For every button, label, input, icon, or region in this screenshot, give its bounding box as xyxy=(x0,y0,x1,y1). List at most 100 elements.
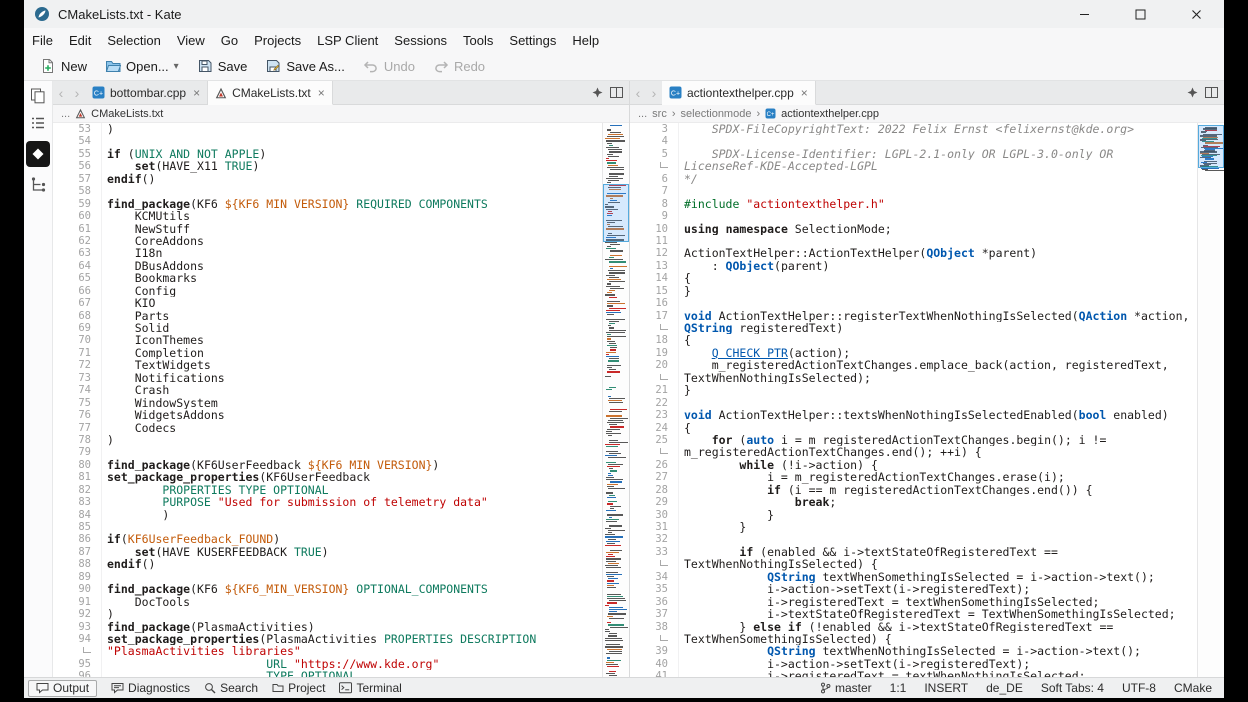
code-text[interactable]: NewStuff xyxy=(102,223,602,235)
code-line[interactable]: 26 while (!i->action) { xyxy=(630,459,1197,471)
line-number[interactable]: 80 xyxy=(53,459,102,471)
menu-item-help[interactable]: Help xyxy=(564,30,607,51)
menu-item-edit[interactable]: Edit xyxy=(61,30,99,51)
code-line[interactable]: 34 QString textWhenSomethingIsSelected =… xyxy=(630,571,1197,583)
code-text[interactable] xyxy=(102,571,602,583)
line-number[interactable]: 20 xyxy=(630,359,679,371)
code-line[interactable]: 72 TextWidgets xyxy=(53,359,602,371)
line-number[interactable]: 41 xyxy=(630,670,679,677)
line-number[interactable]: 9 xyxy=(630,210,679,222)
breadcrumb-file[interactable]: CMakeLists.txt xyxy=(91,108,163,120)
code-text[interactable] xyxy=(679,397,1197,409)
line-number[interactable]: 57 xyxy=(53,173,102,185)
code-line[interactable]: 70 IconThemes xyxy=(53,334,602,346)
code-line[interactable]: 41 i->registeredText = textWhenNothingIs… xyxy=(630,670,1197,677)
code-text[interactable]: TextWhenNothingIsSelected); xyxy=(679,372,1197,384)
line-number[interactable]: 67 xyxy=(53,297,102,309)
line-number[interactable]: 32 xyxy=(630,533,679,545)
cursor-position-status[interactable]: 1:1 xyxy=(890,681,907,695)
code-text[interactable]: m_registeredActionTextChanges.end(); ++i… xyxy=(679,446,1197,458)
code-line[interactable]: 29 break; xyxy=(630,496,1197,508)
line-number[interactable]: 29 xyxy=(630,496,679,508)
code-text[interactable] xyxy=(679,210,1197,222)
code-line[interactable]: 36 i->registeredText = textWhenSomething… xyxy=(630,596,1197,608)
line-number[interactable]: 19 xyxy=(630,347,679,359)
tab-back-icon[interactable]: ‹ xyxy=(53,81,69,104)
code-line[interactable]: 40 i->action->setText(i->registeredText)… xyxy=(630,658,1197,670)
line-number[interactable]: 58 xyxy=(53,185,102,197)
tab-back-icon[interactable]: ‹ xyxy=(630,81,646,104)
code-text[interactable]: IconThemes xyxy=(102,334,602,346)
line-number[interactable]: 34 xyxy=(630,571,679,583)
code-text[interactable]: TYPE OPTIONAL xyxy=(102,670,602,677)
code-text[interactable]: void ActionTextHelper::textsWhenNothingI… xyxy=(679,409,1197,421)
breadcrumb-more[interactable]: ... xyxy=(638,108,647,120)
breadcrumb-more[interactable]: ... xyxy=(61,108,70,120)
code-line[interactable]: LicenseRef-KDE-Accepted-LGPL xyxy=(630,160,1197,172)
line-number[interactable]: 78 xyxy=(53,434,102,446)
code-text[interactable]: i->registeredText = textWhenSomethingIsS… xyxy=(679,596,1197,608)
line-number[interactable]: 70 xyxy=(53,334,102,346)
code-text[interactable]: Completion xyxy=(102,347,602,359)
code-text[interactable]: #include "actiontexthelper.h" xyxy=(679,198,1197,210)
line-number[interactable]: 93 xyxy=(53,621,102,633)
code-line[interactable]: 80find_package(KF6UserFeedback ${KF6_MIN… xyxy=(53,459,602,471)
code-line[interactable]: 84 ) xyxy=(53,509,602,521)
line-number[interactable]: 39 xyxy=(630,645,679,657)
quick-actions-icon[interactable] xyxy=(1187,87,1198,98)
line-number[interactable]: 84 xyxy=(53,509,102,521)
code-text[interactable]: find_package(PlasmaActivities) xyxy=(102,621,602,633)
menu-item-view[interactable]: View xyxy=(169,30,213,51)
code-text[interactable] xyxy=(679,235,1197,247)
line-number[interactable]: 23 xyxy=(630,409,679,421)
code-text[interactable]: } xyxy=(679,509,1197,521)
code-line[interactable]: 83 PURPOSE "Used for submission of telem… xyxy=(53,496,602,508)
code-line[interactable]: 53) xyxy=(53,123,602,135)
code-text[interactable] xyxy=(679,185,1197,197)
line-number[interactable]: 21 xyxy=(630,384,679,396)
new-button[interactable]: New xyxy=(32,55,95,77)
code-text[interactable]: find_package(KF6UserFeedback ${KF6_MIN_V… xyxy=(102,459,602,471)
line-number[interactable]: 24 xyxy=(630,422,679,434)
code-text[interactable]: } xyxy=(679,521,1197,533)
line-number[interactable]: 5 xyxy=(630,148,679,160)
line-number[interactable]: 69 xyxy=(53,322,102,334)
code-line[interactable]: 67 KIO xyxy=(53,297,602,309)
code-text[interactable]: TextWidgets xyxy=(102,359,602,371)
encoding-status[interactable]: UTF-8 xyxy=(1122,681,1156,695)
code-text[interactable]: DocTools xyxy=(102,596,602,608)
code-text[interactable]: DBusAddons xyxy=(102,260,602,272)
code-text[interactable]: m_registeredActionTextChanges.emplace_ba… xyxy=(679,359,1197,371)
code-line[interactable]: 88endif() xyxy=(53,558,602,570)
menu-item-sessions[interactable]: Sessions xyxy=(386,30,455,51)
code-text[interactable]: { xyxy=(679,422,1197,434)
code-text[interactable]: if(KF6UserFeedback_FOUND) xyxy=(102,533,602,545)
code-line[interactable]: TextWhenNothingIsSelected); xyxy=(630,372,1197,384)
line-number[interactable]: 76 xyxy=(53,409,102,421)
insert-mode-status[interactable]: INSERT xyxy=(924,681,968,695)
tab-mode-status[interactable]: Soft Tabs: 4 xyxy=(1041,681,1104,695)
minimap-viewport-handle[interactable] xyxy=(603,184,629,242)
code-text[interactable]: Solid xyxy=(102,322,602,334)
line-number[interactable]: 56 xyxy=(53,160,102,172)
code-text[interactable]: i->textStateOfRegisteredText = TextWhenS… xyxy=(679,608,1197,620)
search-toggle[interactable]: Search xyxy=(204,681,258,695)
save-as-button[interactable]: Save As... xyxy=(257,55,353,77)
minimize-button[interactable] xyxy=(1056,0,1112,28)
line-number[interactable]: 10 xyxy=(630,223,679,235)
code-line[interactable]: 62 CoreAddons xyxy=(53,235,602,247)
project-toggle[interactable]: Project xyxy=(272,681,325,695)
code-text[interactable]: Notifications xyxy=(102,372,602,384)
code-line[interactable]: 38 } else if (!enabled && i->textStateOf… xyxy=(630,621,1197,633)
line-number[interactable]: 94 xyxy=(53,633,102,645)
line-number[interactable]: 22 xyxy=(630,397,679,409)
quick-actions-icon[interactable] xyxy=(592,87,603,98)
code-line[interactable]: 31 } xyxy=(630,521,1197,533)
redo-button[interactable]: Redo xyxy=(425,55,493,77)
line-number[interactable]: 27 xyxy=(630,471,679,483)
line-number[interactable]: 18 xyxy=(630,334,679,346)
code-line[interactable]: 73 Notifications xyxy=(53,372,602,384)
line-number[interactable]: 14 xyxy=(630,272,679,284)
tab-forward-icon[interactable]: › xyxy=(69,81,85,104)
code-text[interactable]: } xyxy=(679,384,1197,396)
